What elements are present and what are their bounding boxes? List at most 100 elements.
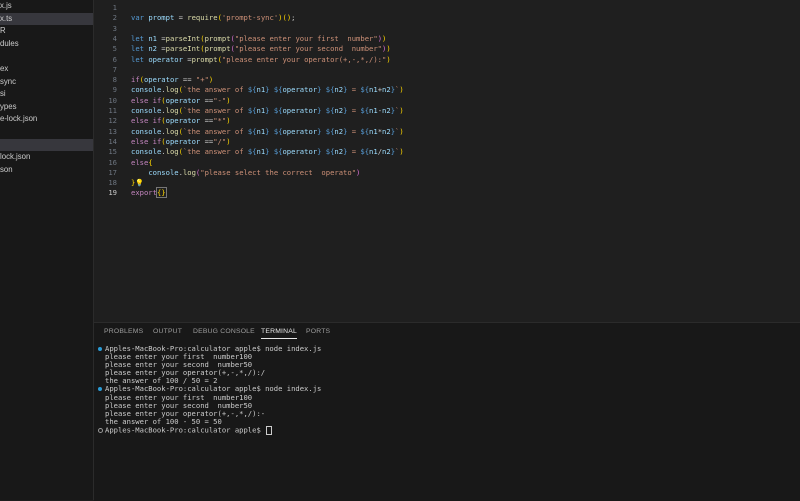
code-token: "+" xyxy=(195,75,209,85)
code-token: n2 xyxy=(382,106,391,115)
sidebar-file-item[interactable]: lock.json xyxy=(0,151,93,164)
code-token: parseInt xyxy=(165,33,201,43)
code-token: `the answer of xyxy=(182,126,248,136)
lightbulb-icon[interactable]: 💡 xyxy=(135,179,144,187)
panel-tab-debug-console[interactable]: DEBUG CONSOLE xyxy=(193,328,255,335)
code-token: ${ xyxy=(247,85,257,95)
code-token: = xyxy=(347,126,361,136)
code-token: "please enter your operator(+,-,*,/):" xyxy=(221,54,387,64)
code-token: operator xyxy=(282,85,318,95)
code-text: }💡 xyxy=(131,178,144,188)
code-token: = xyxy=(156,44,166,54)
command-status-dot-icon[interactable] xyxy=(98,387,102,392)
code-token: = xyxy=(347,85,361,95)
command-status-dot-icon[interactable] xyxy=(98,427,103,433)
sidebar-file-item[interactable]: e-lock.json xyxy=(0,113,93,126)
code-token: "please enter your second number" xyxy=(234,44,383,54)
code-token: "please enter your first number" xyxy=(234,33,378,43)
sidebar-file-item[interactable]: R xyxy=(0,25,93,38)
code-text: console.log(`the answer of ${n1} ${opera… xyxy=(131,127,404,137)
code-text: console.log(`the answer of ${n1} ${opera… xyxy=(131,106,404,116)
line-number: 11 xyxy=(108,106,117,115)
sidebar-file-item xyxy=(0,126,93,139)
line-number: 18 xyxy=(108,178,117,188)
code-text: if(operator == "+") xyxy=(131,75,213,85)
line-number: 17 xyxy=(108,167,117,177)
code-token: operator xyxy=(148,54,183,64)
code-token: if xyxy=(152,95,162,105)
code-token: ) xyxy=(226,95,231,105)
code-token: ) xyxy=(399,126,404,136)
code-token: else xyxy=(131,157,149,167)
code-token: n2 xyxy=(334,106,344,115)
code-token: n1 xyxy=(369,147,378,157)
line-number: 13 xyxy=(108,126,117,136)
code-token: ) xyxy=(382,33,387,43)
code-token: n2 xyxy=(382,85,391,95)
sidebar-file-item[interactable]: x.js xyxy=(0,0,93,13)
code-token: log xyxy=(182,167,196,177)
code-token: if xyxy=(152,116,162,126)
code-token: n1 xyxy=(369,106,378,115)
panel-tab-output[interactable]: OUTPUT xyxy=(153,328,182,335)
panel-tab-ports[interactable]: PORTS xyxy=(306,328,330,335)
terminal-cursor xyxy=(266,425,273,435)
line-number: 15 xyxy=(108,147,117,157)
panel-tab-problems[interactable]: PROBLEMS xyxy=(104,328,143,335)
code-token: == xyxy=(178,75,196,85)
code-token: n2 xyxy=(334,147,344,157)
code-token: == xyxy=(200,136,214,146)
code-token: = xyxy=(347,106,361,115)
terminal-output[interactable]: Apples-MacBook-Pro:calculator apple$ nod… xyxy=(98,344,798,435)
code-token: ${ xyxy=(360,85,370,95)
panel-tab-terminal[interactable]: TERMINAL xyxy=(261,328,297,339)
sidebar-file-item[interactable]: son xyxy=(0,164,93,177)
code-token: prompt xyxy=(148,13,175,23)
code-token: require xyxy=(187,13,218,23)
line-number: 12 xyxy=(108,116,117,126)
code-token: ) xyxy=(399,106,404,115)
code-token: n1 xyxy=(256,106,266,115)
code-token: n1 xyxy=(256,126,266,136)
code-token: console xyxy=(148,167,179,177)
code-token: { xyxy=(148,157,153,167)
line-number: 16 xyxy=(108,157,117,167)
code-text: else if(operator =="*") xyxy=(131,116,231,126)
code-token: prompt xyxy=(204,33,231,43)
code-text: else if(operator =="/") xyxy=(131,137,231,147)
code-token: if xyxy=(152,136,162,146)
code-token: log xyxy=(165,106,179,115)
sidebar-file-item[interactable]: dules xyxy=(0,38,93,51)
code-text: else if(operator =="-") xyxy=(131,96,231,106)
command-status-dot-icon[interactable] xyxy=(98,347,102,351)
code-token: ) xyxy=(226,136,231,146)
terminal-line-text: Apples-MacBook-Pro:calculator apple$ xyxy=(105,425,266,435)
code-editor[interactable]: 1 2 var prompt = require('prompt-sync')();… xyxy=(94,0,800,322)
code-token: n1 xyxy=(256,147,266,157)
line-number: 19 xyxy=(108,188,117,198)
code-token: n2 xyxy=(334,85,344,95)
sidebar-file-item[interactable]: ypes xyxy=(0,101,93,114)
code-token: operator xyxy=(143,75,179,85)
code-token: ) xyxy=(386,54,391,64)
code-token: n2 xyxy=(334,126,344,136)
terminal-line: Apples-MacBook-Pro:calculator apple$ xyxy=(98,425,798,435)
code-token: `the answer of xyxy=(182,85,248,95)
code-text: let operator =prompt("please enter your … xyxy=(131,55,391,65)
code-token: ) xyxy=(208,75,214,85)
sidebar-file-item[interactable]: ex xyxy=(0,63,93,76)
bottom-panel: PROBLEMS OUTPUT DEBUG CONSOLE TERMINAL PORTS… xyxy=(94,322,800,501)
sidebar-file-item[interactable]: sync xyxy=(0,76,93,89)
code-text: var prompt = require('prompt-sync')(); xyxy=(131,13,295,23)
code-token: console xyxy=(131,106,162,115)
sidebar-file-item[interactable]: si xyxy=(0,88,93,101)
code-token: n1 xyxy=(148,33,157,43)
code-token: = xyxy=(174,13,188,23)
code-token: = xyxy=(156,33,166,43)
sidebar-file-item[interactable]: x.ts xyxy=(0,12,93,26)
code-token: n1 xyxy=(256,85,266,95)
cursor-brace: {} xyxy=(156,187,167,199)
code-token: ) xyxy=(356,167,361,177)
line-number: 7 xyxy=(112,64,117,74)
code-token: operator xyxy=(165,116,201,126)
